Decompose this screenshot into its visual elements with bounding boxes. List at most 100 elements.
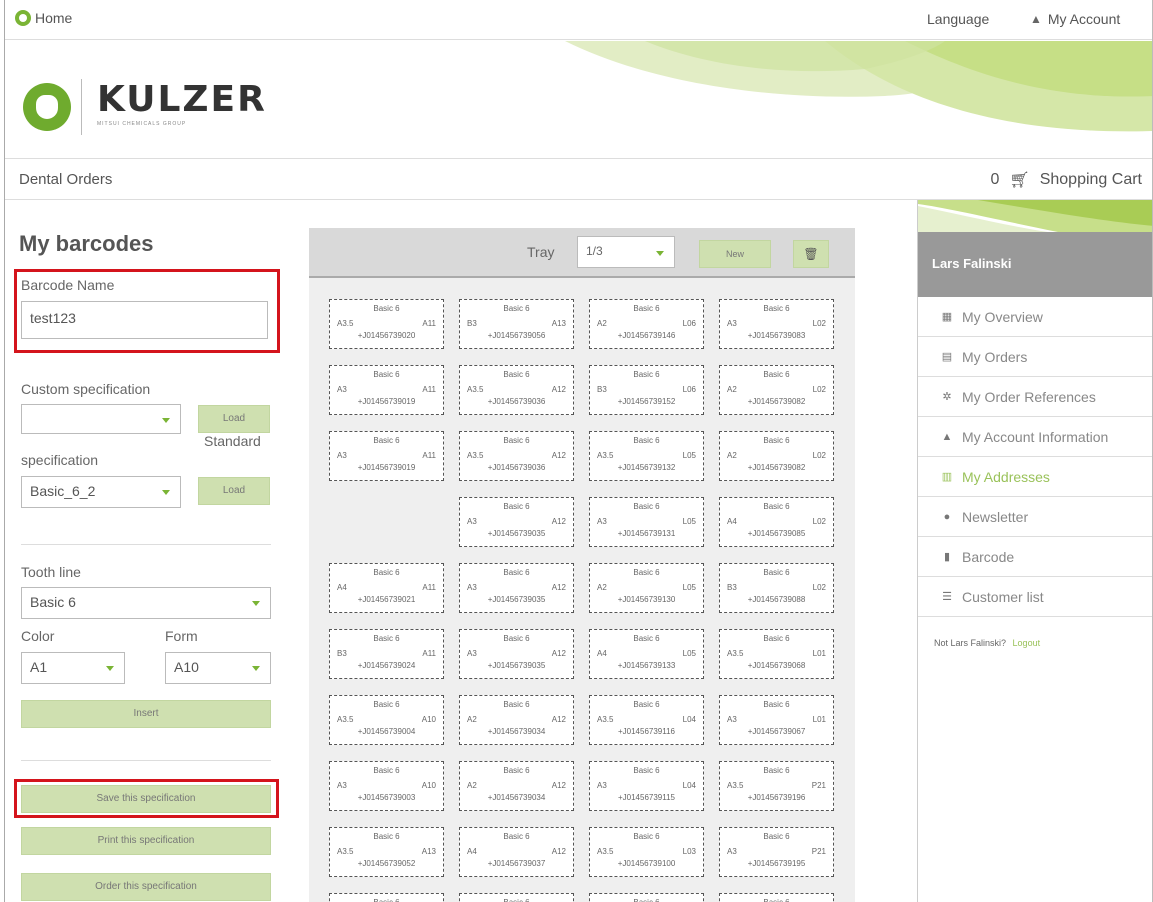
sidebar-item-customer-list[interactable]: ☰ Customer list [918, 577, 1152, 617]
tray-slot[interactable]: Basic 6 A3.5 A12 +J01456739036 [459, 365, 574, 415]
tray-slot-color: B3 [337, 649, 347, 658]
tray-slot[interactable]: Basic 6 A4 A11 +J01456739021 [329, 563, 444, 613]
tray-slot-line: Basic 6 [763, 568, 790, 577]
tray-slot[interactable]: Basic 6 A3 A11 +J01456739019 [329, 431, 444, 481]
tray-slot[interactable]: Basic 6 A2 L05 +J01456739130 [589, 563, 704, 613]
tray-slot[interactable]: Basic 6 B3 A13 +J01456739056 [459, 299, 574, 349]
tray-slot[interactable]: Basic 6 B3 L06 +J01456739152 [589, 365, 704, 415]
tooth-line-label: Tooth line [21, 564, 81, 580]
app-frame: Home Language ▲ My Account KULZER MITSUI… [4, 0, 1153, 902]
tray-slot[interactable]: Basic 6 A4 L05 +J01456739133 [589, 629, 704, 679]
tray-slot[interactable]: Basic 6 A3.5 L03 +J01456739100 [589, 827, 704, 877]
tray-slot[interactable]: Basic 6 A3.5 A11 +J01456739020 [329, 299, 444, 349]
user-name-header: Lars Falinski [918, 232, 1152, 297]
tray-slot-line: Basic 6 [373, 634, 400, 643]
tray-slot-form: A12 [551, 517, 566, 526]
sidebar-item-my-account-information[interactable]: ▲ My Account Information [918, 417, 1152, 457]
tray-slot[interactable]: Basic 6 A4 A12 +J01456739037 [459, 827, 574, 877]
dental-orders-link[interactable]: Dental Orders [19, 171, 112, 188]
tray-slot[interactable]: Basic 6 A3 L01 +J01456739067 [719, 695, 834, 745]
tray-slot-color: B3 [597, 385, 607, 394]
tray-slot-color: A2 [597, 319, 607, 328]
tray-slot[interactable]: Basic 6 A3 A12 +J01456739035 [459, 629, 574, 679]
tray-slot[interactable]: Basic 6 B3 L02 +J01456739088 [719, 563, 834, 613]
logout-link[interactable]: Logout [1013, 638, 1041, 648]
print-spec-button[interactable]: Print this specification [21, 827, 271, 855]
tray-slot[interactable]: Basic 6 [589, 893, 704, 902]
tray-slot-line: Basic 6 [503, 436, 530, 445]
tray-slot-code: +J01456739035 [487, 595, 546, 604]
tray-slot-code: +J01456739067 [747, 727, 806, 736]
sidebar-item-barcode[interactable]: ▮ Barcode [918, 537, 1152, 577]
sidebar-item-label: My Orders [962, 348, 1028, 365]
tray-slot[interactable]: Basic 6 A4 L02 +J01456739085 [719, 497, 834, 547]
tray-slot-code: +J01456739115 [617, 793, 676, 802]
tooth-line-select[interactable]: Basic 6 [21, 587, 271, 619]
load-custom-button[interactable]: Load [198, 405, 270, 433]
save-spec-button[interactable]: Save this specification [21, 785, 271, 813]
tray-slot[interactable]: Basic 6 A2 A12 +J01456739034 [459, 695, 574, 745]
tray-slot[interactable]: Basic 6 A3.5 A12 +J01456739036 [459, 431, 574, 481]
tray-slot[interactable]: Basic 6 A2 L06 +J01456739146 [589, 299, 704, 349]
tray-slot[interactable]: Basic 6 A2 L02 +J01456739082 [719, 365, 834, 415]
tray-slot[interactable]: Basic 6 [719, 893, 834, 902]
tray-slot[interactable]: Basic 6 B3 A11 +J01456739024 [329, 629, 444, 679]
sidebar-item-newsletter[interactable]: ● Newsletter [918, 497, 1152, 537]
tray-slot[interactable]: Basic 6 A3 P21 +J01456739195 [719, 827, 834, 877]
tray-slot[interactable]: Basic 6 A3 L05 +J01456739131 [589, 497, 704, 547]
insert-button[interactable]: Insert [21, 700, 271, 728]
tray-slot-form: A12 [551, 847, 566, 856]
tray-slot[interactable]: Basic 6 A3.5 P21 +J01456739196 [719, 761, 834, 811]
tray-slot[interactable]: Basic 6 [459, 893, 574, 902]
tray-slot-color: A3.5 [597, 847, 614, 856]
sidebar-item-my-overview[interactable]: ▦ My Overview [918, 297, 1152, 337]
new-tray-button[interactable]: New [699, 240, 771, 268]
load-standard-button[interactable]: Load [198, 477, 270, 505]
color-select[interactable]: A1 [21, 652, 125, 684]
tray-page-select[interactable]: 1/3 [577, 236, 675, 268]
info-icon: ● [943, 510, 951, 523]
home-link[interactable]: Home [15, 10, 72, 26]
home-label: Home [35, 10, 73, 26]
sidebar-item-my-order-references[interactable]: ✲ My Order References [918, 377, 1152, 417]
tray-slot[interactable]: Basic 6 A3 A12 +J01456739035 [459, 563, 574, 613]
language-link[interactable]: Language [927, 11, 989, 27]
tray-slot[interactable]: Basic 6 A3.5 L04 +J01456739116 [589, 695, 704, 745]
tray-slot-form: L05 [682, 583, 696, 592]
my-account-link[interactable]: ▲ My Account [1030, 11, 1120, 27]
barcode-name-input[interactable]: test123 [21, 301, 268, 339]
custom-spec-select[interactable] [21, 404, 181, 434]
tray-slot[interactable]: Basic 6 A2 L02 +J01456739082 [719, 431, 834, 481]
form-select[interactable]: A10 [165, 652, 271, 684]
tray-slot[interactable]: Basic 6 A3.5 A13 +J01456739052 [329, 827, 444, 877]
divider [21, 544, 271, 545]
barcode-icon: ▮ [943, 551, 951, 563]
tray-slot-line: Basic 6 [763, 502, 790, 511]
tray-slot[interactable]: Basic 6 A3 A12 +J01456739035 [459, 497, 574, 547]
sidebar-decoration [918, 200, 1152, 232]
tray-slot[interactable]: Basic 6 A3 L04 +J01456739115 [589, 761, 704, 811]
form-value: A10 [174, 659, 199, 675]
top-bar: Home Language ▲ My Account [5, 0, 1152, 40]
tray-slot-line: Basic 6 [503, 568, 530, 577]
sidebar-item-my-addresses[interactable]: ▥ My Addresses [918, 457, 1152, 497]
cart-label: Shopping Cart [1039, 171, 1142, 188]
tray-slot[interactable]: Basic 6 A3 L02 +J01456739083 [719, 299, 834, 349]
standard-spec-select[interactable]: Basic_6_2 [21, 476, 181, 508]
tray-slot-code: +J01456739083 [747, 331, 806, 340]
order-spec-button[interactable]: Order this specification [21, 873, 271, 901]
shopping-cart-link[interactable]: 0 🛒︎ Shopping Cart [990, 170, 1142, 190]
tray-slot-line: Basic 6 [503, 370, 530, 379]
delete-tray-button[interactable]: 🗑︎ [793, 240, 829, 268]
sidebar-item-my-orders[interactable]: ▤ My Orders [918, 337, 1152, 377]
tray-slot[interactable]: Basic 6 A3 A10 +J01456739003 [329, 761, 444, 811]
tray-slot[interactable]: Basic 6 A3.5 A10 +J01456739004 [329, 695, 444, 745]
tray-slot[interactable]: Basic 6 A2 A12 +J01456739034 [459, 761, 574, 811]
tray-slot[interactable]: Basic 6 A3 A11 +J01456739019 [329, 365, 444, 415]
tray-slot[interactable]: Basic 6 [329, 893, 444, 902]
standard-spec-value: Basic_6_2 [30, 483, 96, 499]
tray-slot[interactable]: Basic 6 A3.5 L05 +J01456739132 [589, 431, 704, 481]
tray-slot-line: Basic 6 [373, 832, 400, 841]
tray-slot-color: A3.5 [727, 781, 744, 790]
tray-slot[interactable]: Basic 6 A3.5 L01 +J01456739068 [719, 629, 834, 679]
